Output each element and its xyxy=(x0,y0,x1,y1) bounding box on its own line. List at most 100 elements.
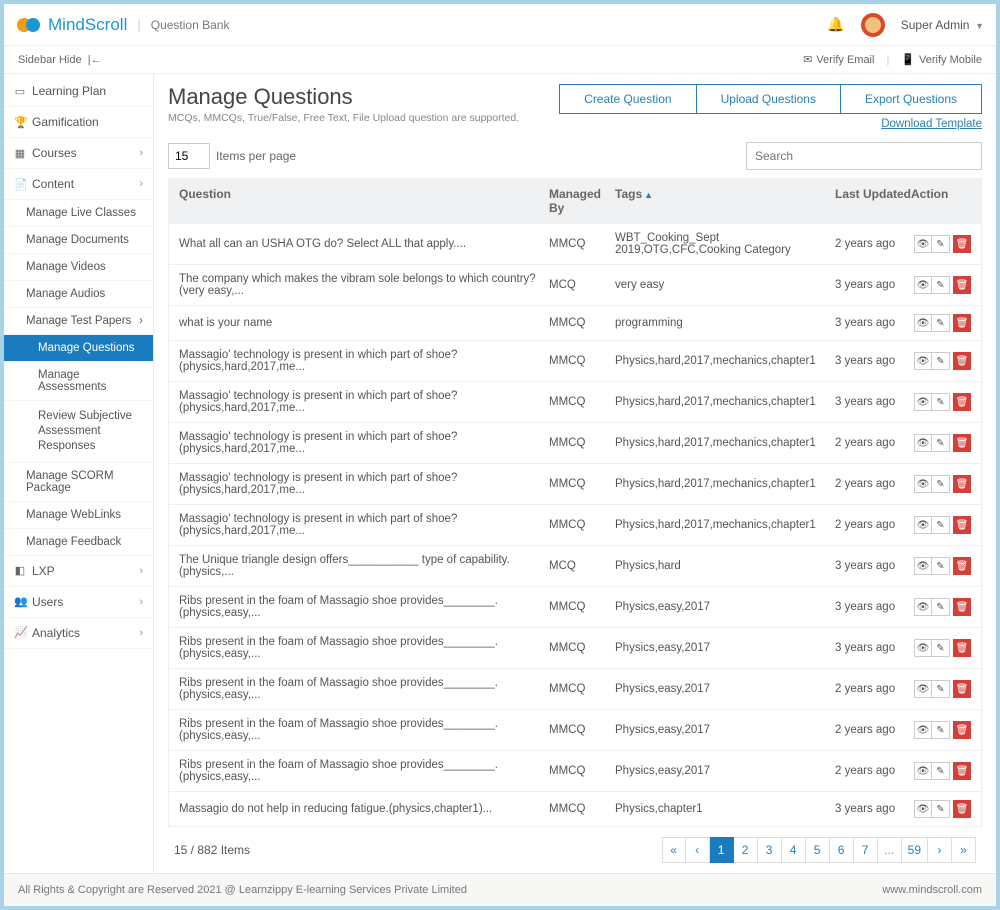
view-button[interactable]: 👁 xyxy=(914,557,932,575)
edit-button[interactable]: ✎ xyxy=(932,352,950,370)
sidebar-item-lxp[interactable]: ◧LXP› xyxy=(4,556,153,587)
view-button[interactable]: 👁 xyxy=(914,516,932,534)
view-button[interactable]: 👁 xyxy=(914,721,932,739)
cell-managed-by: MMCQ xyxy=(549,642,615,654)
edit-button[interactable]: ✎ xyxy=(932,475,950,493)
edit-button[interactable]: ✎ xyxy=(932,762,950,780)
page-1[interactable]: 1 xyxy=(710,837,734,863)
trophy-icon: 🏆 xyxy=(14,116,26,129)
page-‹[interactable]: ‹ xyxy=(686,837,710,863)
edit-button[interactable]: ✎ xyxy=(932,598,950,616)
delete-button[interactable]: 🗑 xyxy=(953,393,971,411)
delete-button[interactable]: 🗑 xyxy=(953,680,971,698)
page-›[interactable]: › xyxy=(928,837,952,863)
edit-button[interactable]: ✎ xyxy=(932,639,950,657)
col-question[interactable]: Question xyxy=(179,187,549,215)
delete-button[interactable]: 🗑 xyxy=(953,762,971,780)
delete-button[interactable]: 🗑 xyxy=(953,516,971,534)
sidebar-item-courses[interactable]: ▦Courses› xyxy=(4,138,153,169)
sidebar-item-learning-plan[interactable]: ▭Learning Plan xyxy=(4,76,153,107)
sidebar-sub-test-papers[interactable]: Manage Test Papers› xyxy=(4,308,153,335)
view-button[interactable]: 👁 xyxy=(914,352,932,370)
page-7[interactable]: 7 xyxy=(854,837,878,863)
edit-button[interactable]: ✎ xyxy=(932,434,950,452)
cell-updated: 3 years ago xyxy=(835,279,911,291)
delete-button[interactable]: 🗑 xyxy=(953,352,971,370)
page-2[interactable]: 2 xyxy=(734,837,758,863)
view-button[interactable]: 👁 xyxy=(914,314,932,332)
logo[interactable]: MindScroll xyxy=(16,15,127,35)
page-»[interactable]: » xyxy=(952,837,976,863)
edit-button[interactable]: ✎ xyxy=(932,235,950,253)
page-4[interactable]: 4 xyxy=(782,837,806,863)
sidebar-sub2-manage-questions[interactable]: Manage Questions xyxy=(4,335,153,362)
edit-button[interactable]: ✎ xyxy=(932,516,950,534)
edit-button[interactable]: ✎ xyxy=(932,276,950,294)
delete-button[interactable]: 🗑 xyxy=(953,235,971,253)
cell-tags: Physics,easy,2017 xyxy=(615,683,835,695)
avatar[interactable] xyxy=(861,13,885,37)
page-6[interactable]: 6 xyxy=(830,837,854,863)
edit-button[interactable]: ✎ xyxy=(932,314,950,332)
sidebar-sub2-review-subjective[interactable]: Review Subjective Assessment Responses xyxy=(4,401,153,463)
sidebar-sub2-manage-assessments[interactable]: Manage Assessments xyxy=(4,362,153,401)
view-button[interactable]: 👁 xyxy=(914,393,932,411)
sidebar-sub-audios[interactable]: Manage Audios xyxy=(4,281,153,308)
sidebar-sub-feedback[interactable]: Manage Feedback xyxy=(4,529,153,556)
search-input[interactable] xyxy=(746,142,982,170)
export-questions-button[interactable]: Export Questions xyxy=(841,85,981,113)
view-button[interactable]: 👁 xyxy=(914,434,932,452)
delete-button[interactable]: 🗑 xyxy=(953,639,971,657)
page-«[interactable]: « xyxy=(662,837,686,863)
verify-mobile-link[interactable]: 📱 Verify Mobile xyxy=(901,53,982,66)
items-per-page-input[interactable] xyxy=(168,143,210,169)
download-template-link[interactable]: Download Template xyxy=(881,118,982,130)
sidebar-item-content[interactable]: 📄Content› xyxy=(4,169,153,200)
footer-link[interactable]: www.mindscroll.com xyxy=(882,884,982,896)
view-button[interactable]: 👁 xyxy=(914,639,932,657)
upload-questions-button[interactable]: Upload Questions xyxy=(697,85,841,113)
view-button[interactable]: 👁 xyxy=(914,680,932,698)
cell-managed-by: MMCQ xyxy=(549,683,615,695)
edit-button[interactable]: ✎ xyxy=(932,800,950,818)
sidebar-sub-weblinks[interactable]: Manage WebLinks xyxy=(4,502,153,529)
delete-button[interactable]: 🗑 xyxy=(953,475,971,493)
delete-button[interactable]: 🗑 xyxy=(953,276,971,294)
delete-button[interactable]: 🗑 xyxy=(953,557,971,575)
create-question-button[interactable]: Create Question xyxy=(560,85,696,113)
delete-button[interactable]: 🗑 xyxy=(953,800,971,818)
sidebar-sub-documents[interactable]: Manage Documents xyxy=(4,227,153,254)
page-5[interactable]: 5 xyxy=(806,837,830,863)
delete-button[interactable]: 🗑 xyxy=(953,721,971,739)
view-button[interactable]: 👁 xyxy=(914,276,932,294)
edit-button[interactable]: ✎ xyxy=(932,557,950,575)
col-last-updated[interactable]: Last Updated xyxy=(835,187,911,215)
view-button[interactable]: 👁 xyxy=(914,475,932,493)
cell-managed-by: MMCQ xyxy=(549,519,615,531)
bell-icon[interactable]: 🔔 xyxy=(827,16,844,33)
sidebar-item-users[interactable]: 👥Users› xyxy=(4,587,153,618)
view-button[interactable]: 👁 xyxy=(914,235,932,253)
col-tags[interactable]: Tags▲ xyxy=(615,187,835,215)
col-managed-by[interactable]: Managed By xyxy=(549,187,615,215)
sidebar-hide-button[interactable]: Sidebar Hide |← xyxy=(18,54,102,66)
view-button[interactable]: 👁 xyxy=(914,762,932,780)
sidebar-item-gamification[interactable]: 🏆Gamification xyxy=(4,107,153,138)
edit-button[interactable]: ✎ xyxy=(932,393,950,411)
sidebar-sub-scorm[interactable]: Manage SCORM Package xyxy=(4,463,153,502)
page-59[interactable]: 59 xyxy=(902,837,928,863)
sidebar-sub-videos[interactable]: Manage Videos xyxy=(4,254,153,281)
verify-email-link[interactable]: ✉ Verify Email xyxy=(803,53,874,66)
view-button[interactable]: 👁 xyxy=(914,598,932,616)
footer-copyright: All Rights & Copyright are Reserved 2021… xyxy=(18,884,467,896)
edit-button[interactable]: ✎ xyxy=(932,680,950,698)
sidebar-item-analytics[interactable]: 📈Analytics› xyxy=(4,618,153,649)
edit-button[interactable]: ✎ xyxy=(932,721,950,739)
sidebar-sub-live-classes[interactable]: Manage Live Classes xyxy=(4,200,153,227)
page-3[interactable]: 3 xyxy=(758,837,782,863)
view-button[interactable]: 👁 xyxy=(914,800,932,818)
delete-button[interactable]: 🗑 xyxy=(953,598,971,616)
user-menu[interactable]: Super Admin ▼ xyxy=(901,17,984,32)
delete-button[interactable]: 🗑 xyxy=(953,314,971,332)
delete-button[interactable]: 🗑 xyxy=(953,434,971,452)
